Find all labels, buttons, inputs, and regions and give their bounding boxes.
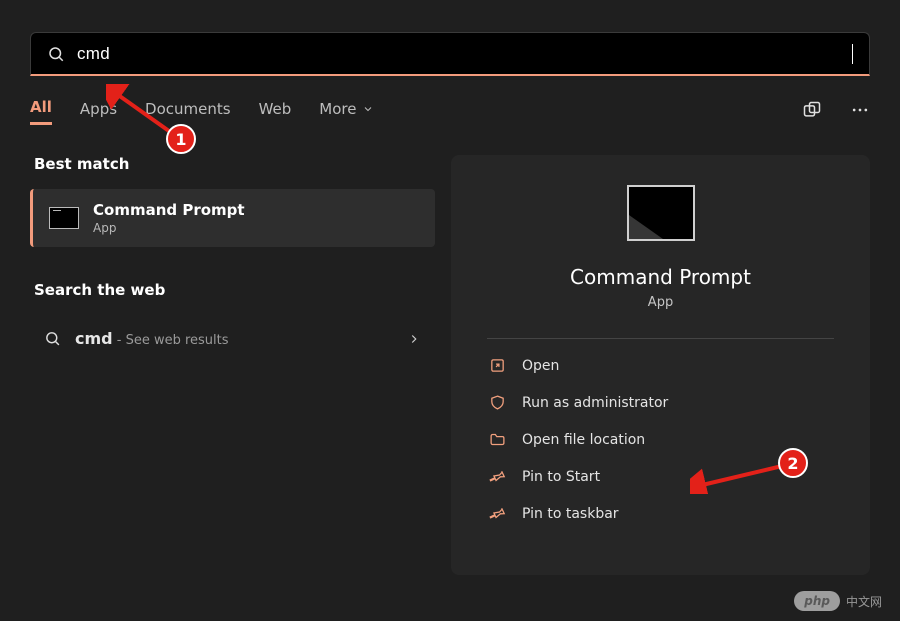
- web-result-suffix: - See web results: [113, 333, 229, 348]
- chevron-right-icon: [407, 332, 421, 346]
- chevron-down-icon: [362, 103, 374, 115]
- more-options-icon[interactable]: [850, 100, 870, 124]
- action-pin-taskbar-label: Pin to taskbar: [522, 506, 619, 522]
- search-input[interactable]: [77, 44, 846, 64]
- watermark-cn: 中文网: [846, 593, 882, 610]
- tab-all[interactable]: All: [30, 98, 52, 125]
- best-match-subtitle: App: [93, 221, 245, 235]
- best-match-title: Command Prompt: [93, 201, 245, 219]
- preview-title: Command Prompt: [570, 265, 751, 289]
- results-column: Best match Command Prompt App Search the…: [30, 155, 435, 575]
- open-icon: [489, 357, 506, 374]
- action-open-label: Open: [522, 358, 559, 374]
- action-run-admin-label: Run as administrator: [522, 395, 668, 411]
- search-bar[interactable]: [30, 32, 870, 76]
- pin-icon: [489, 468, 506, 485]
- shield-icon: [489, 394, 506, 411]
- annotation-badge-2: 2: [778, 448, 808, 478]
- filter-tabs: All Apps Documents Web More: [30, 98, 870, 125]
- action-pin-taskbar[interactable]: Pin to taskbar: [487, 495, 834, 532]
- annotation-badge-1: 1: [166, 124, 196, 154]
- cmd-icon: [49, 207, 79, 229]
- tab-documents[interactable]: Documents: [145, 100, 231, 124]
- web-result-term: cmd: [75, 329, 113, 348]
- divider: [487, 338, 834, 339]
- preview-subtitle: App: [648, 295, 673, 310]
- action-open[interactable]: Open: [487, 347, 834, 384]
- action-open-location-label: Open file location: [522, 432, 645, 448]
- search-web-header: Search the web: [34, 281, 435, 299]
- watermark-brand: php: [794, 591, 840, 611]
- web-result-item[interactable]: cmd - See web results: [30, 315, 435, 362]
- preview-app-icon: [627, 185, 695, 241]
- preview-pane: Command Prompt App Open Run as administr…: [451, 155, 870, 575]
- pin-icon: [489, 505, 506, 522]
- action-pin-start-label: Pin to Start: [522, 469, 600, 485]
- best-match-header: Best match: [34, 155, 435, 173]
- screen-snip-icon[interactable]: [802, 100, 822, 124]
- tab-more-label: More: [319, 100, 356, 118]
- best-match-item[interactable]: Command Prompt App: [30, 189, 435, 247]
- preview-actions: Open Run as administrator Open file loca…: [487, 347, 834, 532]
- action-run-admin[interactable]: Run as administrator: [487, 384, 834, 421]
- folder-icon: [489, 431, 506, 448]
- watermark: php 中文网: [794, 591, 882, 611]
- text-cursor: [852, 44, 853, 64]
- tab-web[interactable]: Web: [259, 100, 292, 124]
- search-icon: [44, 330, 61, 347]
- search-icon: [47, 45, 65, 63]
- tab-apps[interactable]: Apps: [80, 100, 117, 124]
- tab-more[interactable]: More: [319, 100, 374, 124]
